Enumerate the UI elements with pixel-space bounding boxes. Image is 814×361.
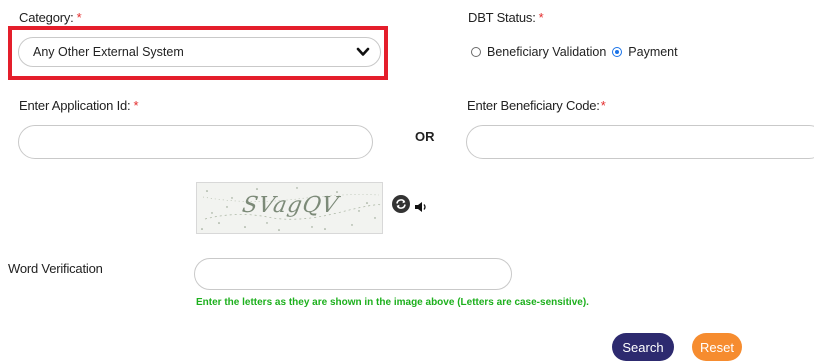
required-mark: * [600,98,606,113]
category-selected-value: Any Other External System [33,45,184,59]
radio-beneficiary-validation[interactable] [471,47,481,57]
category-label: Category: * [19,10,82,25]
dbt-status-radio-group: Beneficiary Validation Payment [471,45,678,59]
speaker-icon[interactable] [414,201,428,213]
radio-payment[interactable] [612,47,623,57]
category-select[interactable]: Any Other External System [18,37,381,67]
radio-beneficiary-validation-label: Beneficiary Validation [487,45,607,59]
word-verification-input[interactable] [194,258,512,290]
application-id-label: Enter Application Id: * [19,98,138,113]
beneficiary-code-label-text: Enter Beneficiary Code: [467,98,600,113]
refresh-icon[interactable] [392,195,410,213]
captcha-image: SVagQV [196,182,383,234]
dbt-status-label: DBT Status: * [468,10,544,25]
radio-payment-label: Payment [628,45,678,59]
captcha-hint-text: Enter the letters as they are shown in t… [196,297,589,308]
chevron-down-icon [356,47,370,56]
refresh-icon-glyph [396,199,406,209]
beneficiary-code-label: Enter Beneficiary Code:* [467,98,606,113]
word-verification-label: Word Verification [8,261,103,276]
category-label-text: Category: [19,10,74,25]
beneficiary-code-input[interactable] [466,125,814,159]
required-mark: * [133,98,139,113]
required-mark: * [538,10,544,25]
application-id-label-text: Enter Application Id: [19,98,131,113]
application-id-input[interactable] [18,125,373,159]
required-mark: * [76,10,82,25]
captcha-text: SVagQV [240,193,341,218]
dbt-status-label-text: DBT Status: [468,10,536,25]
or-separator: OR [415,129,435,144]
